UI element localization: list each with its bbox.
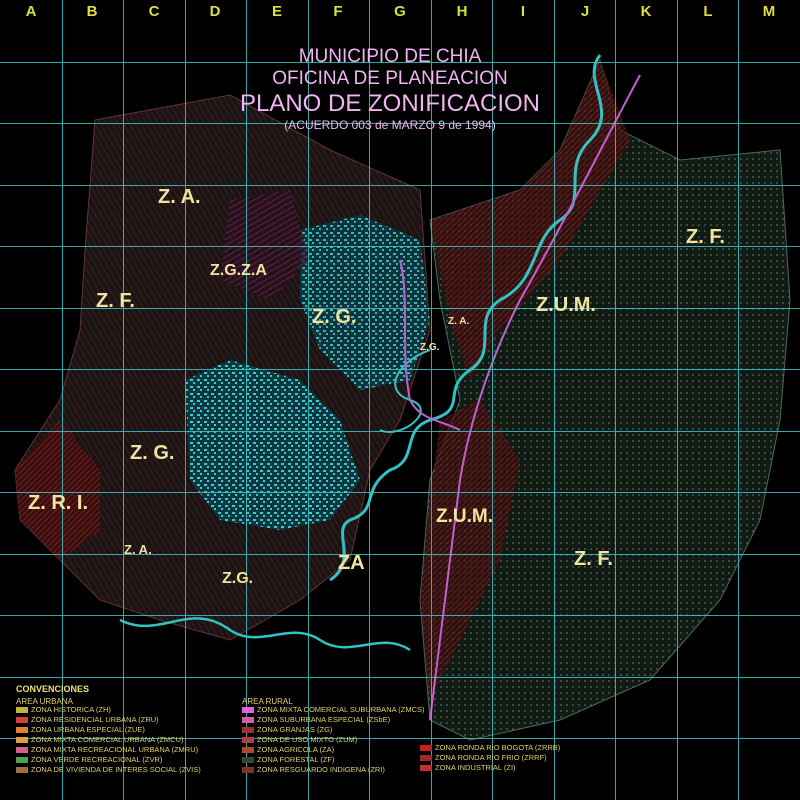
legend-swatch	[16, 766, 28, 773]
zone-label-za: Z. A.	[158, 186, 201, 208]
legend-label: ZONA DE VIVIENDA DE INTERES SOCIAL (ZVIS…	[31, 765, 201, 774]
legend-heading: CONVENCIONES	[16, 684, 90, 694]
zone-label-zri: Z. R. I.	[28, 492, 88, 514]
legend-label: ZONA VERDE RECREACIONAL (ZVR)	[31, 755, 163, 764]
legend-label: ZONA SUBURBANA ESPECIAL (ZSbE)	[257, 715, 391, 724]
zone-label-zf: Z. F.	[574, 548, 613, 570]
legend-label: ZONA RONDA RIO BOGOTA (ZRRB)	[435, 743, 561, 752]
grid-column-letter: G	[394, 3, 406, 20]
legend-swatch	[242, 706, 254, 713]
legend-swatch	[420, 754, 432, 761]
grid-column-letter: C	[148, 3, 160, 20]
legend-swatch	[420, 744, 432, 751]
legend-label: ZONA RESGUARDO INDIGENA (ZRI)	[257, 765, 385, 774]
grid-column-letter: A	[25, 3, 37, 20]
grid-column-letter: H	[456, 3, 468, 20]
legend-swatch	[16, 756, 28, 763]
grid-column-letter: M	[762, 3, 776, 20]
legend-item: ZONA AGRICOLA (ZA)	[242, 745, 334, 754]
zone-label-zf: Z. F.	[686, 226, 725, 248]
legend-item: ZONA RESIDENCIAL URBANA (ZRU)	[16, 715, 159, 724]
legend-swatch	[16, 706, 28, 713]
legend-swatch	[16, 726, 28, 733]
zone-label-za: ZA	[338, 552, 365, 574]
legend-item: ZONA MIXTA COMERCIAL URBANA (ZMCU)	[16, 735, 184, 744]
legend-item: ZONA DE VIVIENDA DE INTERES SOCIAL (ZVIS…	[16, 765, 201, 774]
zone-label-za: Z. A.	[448, 316, 470, 327]
legend-swatch	[16, 736, 28, 743]
zone-label-zum: Z.U.M.	[536, 294, 596, 316]
legend-swatch	[242, 766, 254, 773]
grid-column-letter: I	[520, 3, 526, 20]
legend-swatch	[242, 726, 254, 733]
grid-column-letter: E	[271, 3, 282, 20]
grid-column-letter: B	[86, 3, 98, 20]
legend-item: ZONA FORESTAL (ZF)	[242, 755, 335, 764]
legend-swatch	[420, 764, 432, 771]
legend-swatch	[242, 716, 254, 723]
legend-item: ZONA RONDA RIO BOGOTA (ZRRB)	[420, 743, 560, 752]
legend-item: ZONA RESGUARDO INDIGENA (ZRI)	[242, 765, 385, 774]
grid-column-letter: K	[640, 3, 652, 20]
legend-swatch	[242, 746, 254, 753]
legend-item: ZONA DE USO MIXTO (ZUM)	[242, 735, 357, 744]
legend-label: ZONA RONDA RIO FRIO (ZRRF)	[435, 753, 547, 762]
legend-item: ZONA MIXTA RECREACIONAL URBANA (ZMRU)	[16, 745, 198, 754]
legend-label: ZONA GRANJAS (ZG)	[257, 725, 333, 734]
zone-label-zg: Z.G.	[420, 342, 440, 353]
title-office: OFICINA DE PLANEACION	[272, 68, 508, 89]
zone-label-zgza: Z.G.Z.A	[210, 262, 267, 279]
legend-label: ZONA DE USO MIXTO (ZUM)	[257, 735, 358, 744]
grid-column-letter: L	[703, 3, 713, 20]
legend-item: ZONA URBANA ESPECIAL (ZUE)	[16, 725, 145, 734]
legend-swatch	[16, 716, 28, 723]
grid-column-letter: F	[333, 3, 343, 20]
zone-label-za: Z. A.	[124, 542, 152, 557]
zone-label-zg: Z. G.	[130, 442, 175, 464]
legend-item: ZONA INDUSTRIAL (ZI)	[420, 763, 516, 772]
zone-label-zg: Z. G.	[312, 306, 357, 328]
legend-label: ZONA MIXTA COMERCIAL URBANA (ZMCU)	[31, 735, 184, 744]
legend-item: ZONA RONDA RIO FRIO (ZRRF)	[420, 753, 547, 762]
river-frio	[119, 617, 411, 652]
legend-label: ZONA MIXTA RECREACIONAL URBANA (ZMRU)	[31, 745, 199, 754]
legend-item: ZONA GRANJAS (ZG)	[242, 725, 332, 734]
legend-label: ZONA RESIDENCIAL URBANA (ZRU)	[31, 715, 159, 724]
legend-label: ZONA AGRICOLA (ZA)	[257, 745, 335, 754]
legend-swatch	[242, 756, 254, 763]
legend-label: ZONA MIXTA COMERCIAL SUBURBANA (ZMCS)	[257, 705, 425, 714]
title-plan: PLANO DE ZONIFICACION	[239, 90, 541, 117]
zone-label-zg: Z.G.	[222, 570, 254, 587]
title-municipality: MUNICIPIO DE CHIA	[298, 46, 482, 67]
grid-column-letter: D	[209, 3, 221, 20]
legend-label: ZONA URBANA ESPECIAL (ZUE)	[31, 725, 145, 734]
legend-label: ZONA FORESTAL (ZF)	[257, 755, 335, 764]
legend-swatch	[242, 736, 254, 743]
legend-item: ZONA MIXTA COMERCIAL SUBURBANA (ZMCS)	[242, 705, 425, 714]
zone-label-zum: Z.U.M.	[436, 506, 493, 527]
grid-column-letter: J	[580, 3, 590, 20]
legend-label: ZONA HISTORICA (ZH)	[31, 705, 111, 714]
legend-item: ZONA SUBURBANA ESPECIAL (ZSbE)	[242, 715, 390, 724]
title-agreement: (ACUERDO 003 de MARZO 9 de 1994)	[284, 118, 496, 132]
east-region	[419, 58, 791, 741]
legend-item: ZONA VERDE RECREACIONAL (ZVR)	[16, 755, 162, 764]
legend-swatch	[16, 746, 28, 753]
legend-item: ZONA HISTORICA (ZH)	[16, 705, 111, 714]
legend-label: ZONA INDUSTRIAL (ZI)	[435, 763, 516, 772]
zone-label-zf: Z. F.	[96, 290, 135, 312]
